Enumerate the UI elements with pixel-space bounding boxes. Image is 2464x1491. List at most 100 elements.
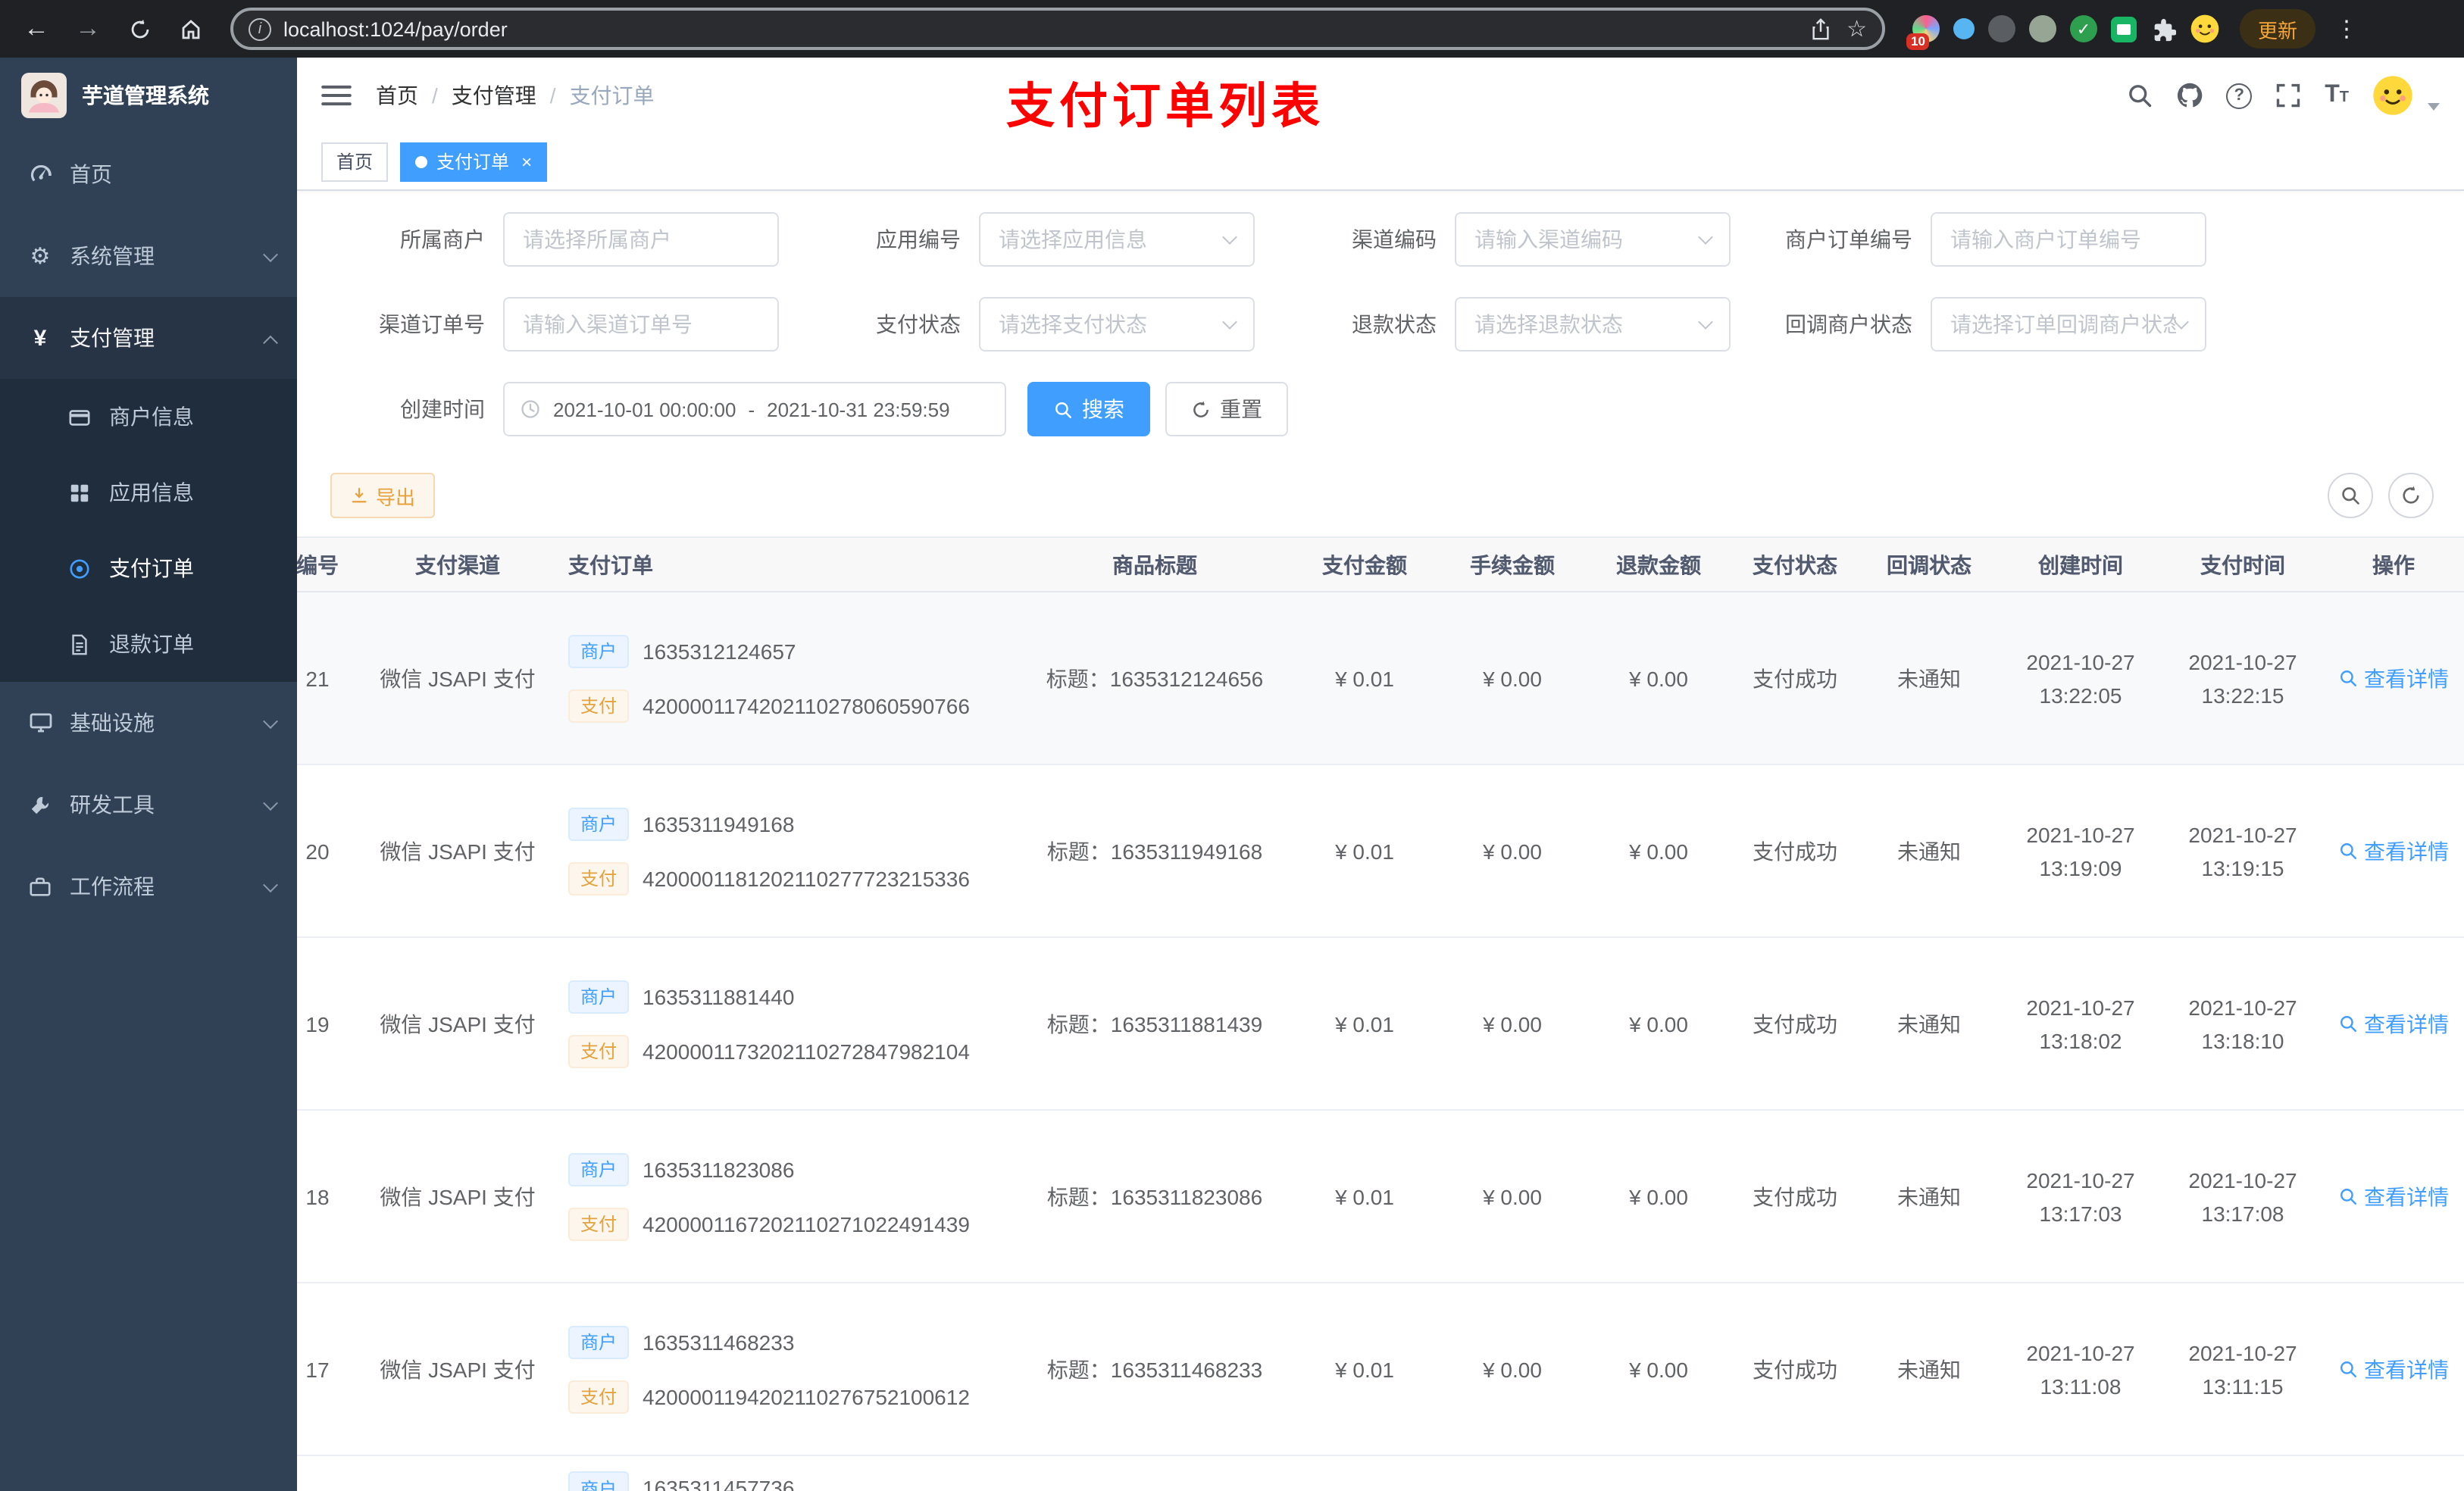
sidebar-item-home[interactable]: 首页 bbox=[0, 133, 297, 215]
channel-order-no-input[interactable] bbox=[503, 297, 779, 352]
browser-back-button[interactable]: ← bbox=[15, 8, 58, 50]
sidebar-item-app-info[interactable]: 应用信息 bbox=[0, 455, 297, 530]
pay-no: 4200001174202110278060590766 bbox=[643, 693, 970, 717]
view-detail-link[interactable]: 查看详情 bbox=[2338, 1008, 2449, 1039]
sidebar-item-system[interactable]: ⚙ 系统管理 bbox=[0, 215, 297, 297]
address-bar[interactable]: i localhost:1024/pay/order ☆ bbox=[230, 8, 1885, 50]
dashboard-icon bbox=[27, 161, 53, 187]
pay-line: 支付 4200001174202110278060590766 bbox=[568, 689, 1018, 722]
browser-update-button[interactable]: 更新 bbox=[2240, 9, 2316, 48]
cell-channel: 微信 JSAPI 支付 bbox=[359, 937, 556, 1111]
merchant-tag: 商户 bbox=[568, 1325, 630, 1358]
pay-tag: 支付 bbox=[568, 689, 630, 722]
clock-icon bbox=[520, 399, 541, 420]
avatar-caret-icon[interactable] bbox=[2428, 102, 2440, 110]
tag-home[interactable]: 首页 bbox=[321, 142, 389, 181]
hamburger-icon[interactable] bbox=[321, 80, 352, 111]
table-row: 16 商户 1635311457736 支付 查看详情 bbox=[297, 1455, 2464, 1491]
cell-amount: ¥ 0.01 bbox=[1291, 1110, 1438, 1283]
notify-status-select[interactable]: 请选择订单回调商户状态 bbox=[1931, 297, 2206, 352]
breadcrumb-home[interactable]: 首页 bbox=[376, 80, 418, 111]
merchant-select[interactable] bbox=[503, 212, 779, 267]
font-size-icon[interactable]: TT bbox=[2325, 82, 2349, 109]
reset-button[interactable]: 重置 bbox=[1165, 382, 1288, 436]
extension-icon-blue[interactable] bbox=[1953, 18, 1975, 39]
top-navbar: 首页 / 支付管理 / 支付订单 支付订单列表 ? TT bbox=[297, 58, 2464, 133]
cell-fee: ¥ 0.00 bbox=[1438, 592, 1587, 765]
tag-pay-order[interactable]: 支付订单 × bbox=[400, 142, 548, 181]
view-detail-link[interactable]: 查看详情 bbox=[2338, 836, 2449, 866]
user-avatar[interactable] bbox=[2372, 74, 2414, 117]
browser-home-button[interactable] bbox=[170, 8, 212, 50]
sidebar-item-refund-order[interactable]: 退款订单 bbox=[0, 606, 297, 682]
view-detail-link[interactable]: 查看详情 bbox=[2338, 663, 2449, 693]
merchant-tag: 商户 bbox=[568, 1152, 630, 1186]
create-time: 13:22:05 bbox=[2039, 683, 2122, 707]
app-logo-row[interactable]: 芋道管理系统 bbox=[0, 58, 297, 133]
view-detail-link[interactable]: 查看详情 bbox=[2338, 1181, 2449, 1211]
github-icon[interactable] bbox=[2176, 82, 2203, 109]
browser-forward-button[interactable]: → bbox=[67, 8, 109, 50]
search-icon bbox=[2340, 485, 2361, 506]
export-button[interactable]: 导出 bbox=[330, 473, 436, 518]
sidebar-item-pay[interactable]: ¥ 支付管理 bbox=[0, 297, 297, 379]
date-start[interactable]: 2021-10-01 00:00:00 bbox=[553, 398, 736, 420]
pay-no: 4200001194202110276752100612 bbox=[643, 1384, 970, 1408]
merchant-tag: 商户 bbox=[568, 807, 630, 840]
sidebar-item-dev-tools[interactable]: 研发工具 bbox=[0, 764, 297, 846]
toggle-search-button[interactable] bbox=[2328, 473, 2373, 518]
date-end[interactable]: 2021-10-31 23:59:59 bbox=[767, 398, 949, 420]
extension-icon-green-check[interactable]: ✓ bbox=[2070, 15, 2097, 42]
help-icon[interactable]: ? bbox=[2226, 83, 2253, 108]
refund-status-select[interactable]: 请选择退款状态 bbox=[1455, 297, 1731, 352]
pay-date: 2021-10-27 bbox=[2188, 995, 2297, 1019]
refresh-icon bbox=[2400, 485, 2422, 506]
cell-id: 21 bbox=[297, 592, 359, 765]
share-icon[interactable] bbox=[1809, 17, 1831, 40]
merchant-order-no-input[interactable] bbox=[1931, 212, 2206, 267]
site-info-icon[interactable]: i bbox=[249, 17, 271, 40]
sidebar-item-merchant-info[interactable]: 商户信息 bbox=[0, 379, 297, 455]
view-detail-link[interactable]: 查看详情 bbox=[2338, 1354, 2449, 1384]
sidebar-item-workflow[interactable]: 工作流程 bbox=[0, 846, 297, 927]
browser-profile-avatar[interactable] bbox=[2190, 14, 2220, 44]
extension-icon-sage[interactable] bbox=[2029, 15, 2056, 42]
cell-fee bbox=[1438, 1455, 1587, 1491]
url-text[interactable]: localhost:1024/pay/order bbox=[283, 17, 1796, 40]
grid-icon bbox=[67, 480, 92, 505]
app-select[interactable]: 请选择应用信息 bbox=[979, 212, 1255, 267]
close-icon[interactable]: × bbox=[521, 151, 532, 172]
extensions-puzzle-icon[interactable] bbox=[2150, 16, 2176, 42]
table-row: 19 微信 JSAPI 支付 商户 1635311881440 支付 42000… bbox=[297, 937, 2464, 1111]
cell-amount bbox=[1291, 1455, 1438, 1491]
cell-notify: 未通知 bbox=[1859, 937, 1999, 1111]
pay-status-select[interactable]: 请选择支付状态 bbox=[979, 297, 1255, 352]
cell-refund bbox=[1587, 1455, 1731, 1491]
chevron-down-icon bbox=[1222, 314, 1237, 329]
extension-icon-green-square[interactable] bbox=[2111, 16, 2137, 42]
refresh-table-button[interactable] bbox=[2388, 473, 2434, 518]
sidebar-item-pay-order[interactable]: 支付订单 bbox=[0, 530, 297, 606]
extension-icon-dark[interactable] bbox=[1988, 15, 2015, 42]
search-button[interactable]: 搜索 bbox=[1027, 382, 1150, 436]
page-annotation: 支付订单列表 bbox=[1006, 79, 1325, 133]
fullscreen-icon[interactable] bbox=[2275, 82, 2302, 109]
breadcrumb: 首页 / 支付管理 / 支付订单 bbox=[376, 80, 655, 111]
merchant-line: 商户 1635312124657 bbox=[568, 634, 1018, 667]
search-icon bbox=[2338, 668, 2358, 688]
table-row: 17 微信 JSAPI 支付 商户 1635311468233 支付 42000… bbox=[297, 1283, 2464, 1456]
extension-icon-colorful[interactable]: 10 bbox=[1906, 15, 1940, 50]
merchant-line: 商户 1635311881440 bbox=[568, 980, 1018, 1013]
search-icon[interactable] bbox=[2126, 82, 2153, 109]
channel-code-select[interactable]: 请输入渠道编码 bbox=[1455, 212, 1731, 267]
browser-menu-icon[interactable]: ⋮ bbox=[2329, 15, 2364, 42]
breadcrumb-pay[interactable]: 支付管理 bbox=[452, 80, 536, 111]
sidebar: 芋道管理系统 首页 ⚙ 系统管理 ¥ 支付管理 商户信息 应用信息 支付订单 退… bbox=[0, 58, 297, 1491]
merchant-tag: 商户 bbox=[568, 1471, 630, 1491]
create-date: 2021-10-27 bbox=[2026, 649, 2135, 674]
browser-reload-button[interactable] bbox=[118, 8, 161, 50]
sidebar-item-infra[interactable]: 基础设施 bbox=[0, 682, 297, 764]
create-time-range-picker[interactable]: 2021-10-01 00:00:00 - 2021-10-31 23:59:5… bbox=[503, 382, 1006, 436]
bookmark-star-icon[interactable]: ☆ bbox=[1846, 15, 1867, 42]
search-icon bbox=[1053, 399, 1073, 419]
